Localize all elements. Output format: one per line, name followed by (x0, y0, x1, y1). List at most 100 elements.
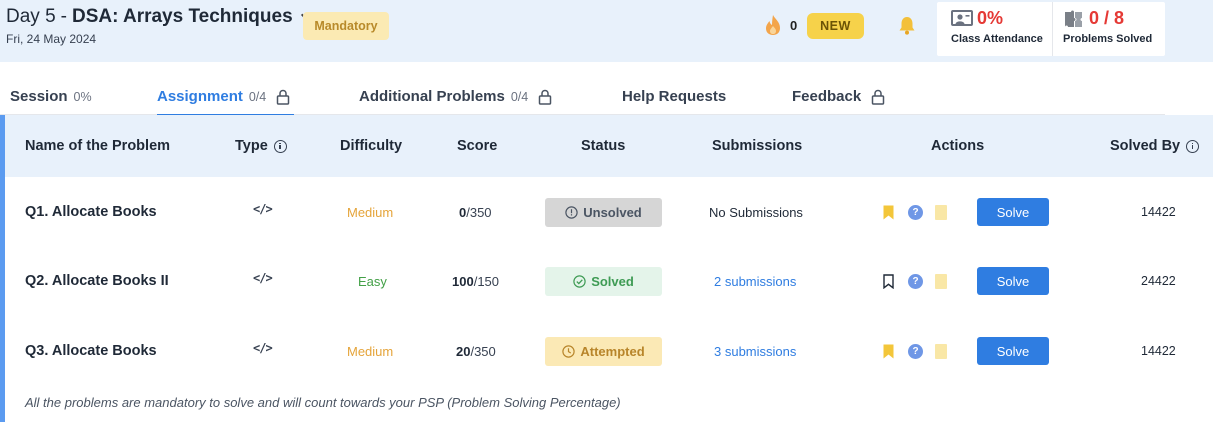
score-value: 20 (456, 343, 471, 359)
problem-name[interactable]: Q3. Allocate Books (25, 316, 157, 386)
flame-icon (766, 15, 780, 35)
col-header-solved-by-label: Solved By (1110, 138, 1181, 154)
status-text: Unsolved (583, 204, 642, 220)
solve-button[interactable]: Solve (977, 198, 1049, 226)
bookmark-filled-icon[interactable] (883, 205, 894, 220)
col-header-submissions: Submissions (712, 138, 803, 154)
table-row[interactable]: Q1. Allocate Books </> Medium 0/350 Unso… (5, 177, 1213, 247)
col-header-name: Name of the Problem (25, 138, 171, 154)
solved-by-count: 14422 (1141, 344, 1176, 358)
status-badge: Attempted (545, 336, 662, 366)
footnote: All the problems are mandatory to solve … (25, 395, 621, 410)
status-cell: Solved (545, 246, 662, 316)
bell-icon[interactable] (896, 14, 918, 36)
clock-icon (562, 344, 576, 358)
bookmark-filled-icon[interactable] (883, 344, 894, 359)
status-text: Solved (591, 273, 634, 289)
tab-session[interactable]: Session 0% (10, 78, 92, 115)
problem-name[interactable]: Q1. Allocate Books (25, 177, 157, 247)
actions-cell: ? Solve (883, 246, 1049, 316)
day-label: Day 5 (6, 6, 56, 27)
difficulty-label: Medium (347, 343, 394, 359)
score-max: /350 (466, 204, 492, 220)
attendance-icon (951, 9, 973, 26)
col-header-type: Type (235, 115, 287, 177)
solve-button[interactable]: Solve (977, 337, 1049, 365)
score-max: /150 (473, 273, 500, 289)
col-header-type-label: Type (235, 138, 268, 154)
score-value: 0 (459, 204, 467, 220)
tab-label: Feedback (792, 88, 862, 105)
tab-count: 0% (73, 89, 92, 104)
page-header: Day 5 - DSA: Arrays Techniques Fri, 24 M… (0, 0, 1213, 62)
help-icon[interactable]: ? (908, 343, 923, 359)
score-value: 100 (452, 273, 474, 289)
tab-help-requests[interactable]: Help Requests (622, 78, 726, 115)
difficulty-label: Medium (347, 204, 394, 220)
tab-count: 0/4 (510, 89, 529, 104)
tab-additional-problems[interactable]: Additional Problems 0/4 (359, 78, 552, 115)
tab-count: 0/4 (248, 89, 267, 104)
solve-button[interactable]: Solve (977, 267, 1049, 295)
status-badge: Solved (545, 266, 662, 296)
submissions-link[interactable]: 3 submissions (714, 316, 796, 386)
tab-label: Additional Problems (359, 88, 505, 105)
attendance-value: 0% (977, 8, 1004, 28)
code-icon: </> (253, 202, 273, 216)
problems-table: Name of the Problem Type Difficulty Scor… (0, 115, 1213, 422)
code-icon: </> (253, 341, 273, 355)
lecture-date: Fri, 24 May 2024 (6, 32, 97, 46)
submissions-link[interactable]: 2 submissions (714, 246, 796, 316)
notes-icon[interactable] (935, 204, 947, 220)
tab-assignment[interactable]: Assignment 0/4 (157, 78, 295, 116)
info-icon[interactable] (1186, 139, 1200, 153)
solved-by-count: 14422 (1141, 205, 1176, 219)
tab-feedback[interactable]: Feedback (792, 78, 885, 115)
attendance-label: Class Attendance (951, 33, 1043, 45)
lock-icon (277, 89, 290, 105)
table-row[interactable]: Q3. Allocate Books </> Medium 20/350 Att… (5, 316, 1213, 386)
info-icon[interactable] (273, 139, 287, 153)
col-header-solved-by: Solved By (1110, 115, 1200, 177)
difficulty-label: Easy (358, 273, 387, 289)
actions-cell: ? Solve (883, 316, 1049, 386)
attendance-stat: 0% Class Attendance (937, 2, 1052, 56)
tab-label: Assignment (157, 88, 243, 105)
col-header-score: Score (457, 138, 498, 154)
page-title[interactable]: Day 5 - DSA: Arrays Techniques (6, 6, 315, 28)
streak-counter[interactable]: 0 (764, 14, 797, 36)
tab-label: Session (10, 88, 68, 105)
problem-name[interactable]: Q2. Allocate Books II (25, 246, 169, 316)
stats-card: 0% Class Attendance 0 / 8 Problems Solve… (937, 2, 1165, 56)
col-header-actions: Actions (931, 138, 985, 154)
solved-by-count: 24422 (1141, 274, 1176, 288)
code-icon: </> (253, 271, 273, 285)
notes-icon[interactable] (935, 343, 947, 359)
score-max: /350 (470, 343, 496, 359)
puzzle-icon (1065, 10, 1082, 27)
score: 0/350 (459, 177, 492, 247)
lecture-title: DSA: Arrays Techniques (71, 6, 293, 27)
problems-value: 0 / 8 (1089, 8, 1125, 28)
lock-icon (871, 89, 885, 105)
actions-cell: ? Solve (883, 177, 1049, 247)
tab-bar: Session 0% Assignment 0/4 Additional Pro… (0, 78, 1165, 116)
problems-stat: 0 / 8 Problems Solved (1052, 2, 1165, 56)
new-badge[interactable]: NEW (807, 13, 864, 39)
check-circle-icon (573, 274, 586, 288)
lock-icon (539, 89, 552, 105)
help-icon[interactable]: ? (908, 273, 923, 289)
status-badge: Unsolved (545, 197, 662, 227)
help-icon[interactable]: ? (908, 204, 923, 220)
tab-label: Help Requests (622, 88, 727, 105)
col-header-status: Status (581, 138, 626, 154)
score: 100/150 (452, 246, 499, 316)
problems-label: Problems Solved (1063, 33, 1153, 45)
table-row[interactable]: Q2. Allocate Books II </> Easy 100/150 S… (5, 246, 1213, 316)
table-header: Name of the Problem Type Difficulty Scor… (5, 115, 1213, 177)
notes-icon[interactable] (935, 273, 947, 289)
title-separator: - (60, 6, 67, 27)
mandatory-badge: Mandatory (303, 12, 389, 40)
bookmark-outline-icon[interactable] (883, 273, 894, 289)
alert-circle-icon (565, 205, 578, 219)
